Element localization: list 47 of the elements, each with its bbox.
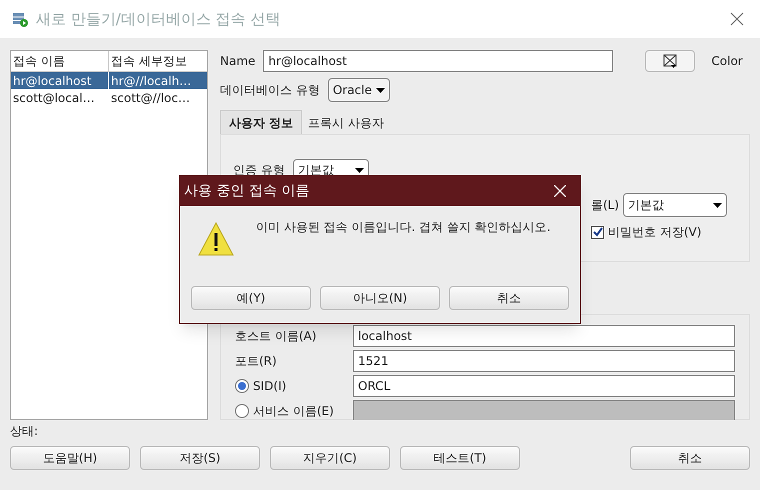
field-label: 롤(L) [591, 197, 620, 214]
tab[interactable]: 사용자 정보 [220, 110, 302, 134]
dialog-button[interactable]: 도움말(H) [10, 446, 130, 470]
connection-row[interactable]: hr@localhost hr@//localh… [11, 72, 207, 89]
column-header[interactable]: 접속 이름 [11, 51, 109, 71]
column-header[interactable]: 접속 세부정보 [109, 51, 207, 71]
caret-icon [354, 168, 364, 172]
dialog-button[interactable]: 테스트(T) [400, 446, 520, 470]
color-label: Color [711, 53, 743, 70]
tab[interactable]: 프록시 사용자 [302, 112, 390, 134]
close-icon[interactable] [730, 12, 744, 26]
name-field[interactable]: hr@localhost [263, 50, 614, 72]
dialog-button[interactable]: 저장(S) [140, 446, 260, 470]
database-type-dropdown[interactable]: Oracle [328, 78, 390, 102]
role-dropdown[interactable]: 기본값 [623, 193, 728, 217]
dialog-title: 사용 중인 접속 이름 [184, 182, 310, 200]
status-label: 상태: [10, 424, 38, 438]
service-name-field[interactable] [353, 400, 735, 420]
warning-icon [198, 222, 234, 256]
field-label: 호스트 이름(A) [235, 328, 318, 345]
window-title: 새로 만들기/데이터베이스 접속 선택 [36, 8, 280, 30]
dialog-button[interactable]: 예(Y) [191, 286, 311, 310]
host-field[interactable]: localhost [353, 325, 735, 347]
field-label: 데이터베이스 유형 [220, 82, 320, 99]
field-label: Name [220, 53, 256, 70]
radio-label: 서비스 이름(E) [253, 403, 334, 420]
dialog-button[interactable]: 취소 [449, 286, 569, 310]
radio-button[interactable] [235, 404, 249, 418]
dialog-message: 이미 사용된 접속 이름입니다. 겹쳐 쓸지 확인하십시오. [256, 219, 552, 236]
table-cell-text: scott@//loc… [110, 90, 191, 106]
checkbox-label: 비밀번호 저장(V) [608, 224, 702, 241]
dialog-button[interactable]: 아니오(N) [320, 286, 440, 310]
radio-label: SID(I) [253, 378, 286, 395]
color-button[interactable] [645, 50, 696, 72]
dialog-button[interactable]: 지우기(C) [270, 446, 390, 470]
caret-icon [376, 88, 385, 92]
table-cell: scott@local… [11, 89, 109, 106]
database-icon [12, 11, 28, 27]
color-swatch-icon [663, 54, 678, 68]
field-label: 포트(R) [235, 353, 278, 370]
checkbox[interactable] [591, 226, 604, 238]
caret-icon [713, 202, 722, 208]
radio-button[interactable] [235, 379, 249, 393]
table-cell-text: hr@//localh… [110, 73, 192, 89]
dialog-button[interactable]: 취소 [630, 446, 750, 470]
port-field[interactable]: 1521 [353, 350, 735, 372]
sid-field[interactable]: ORCL [353, 375, 735, 397]
